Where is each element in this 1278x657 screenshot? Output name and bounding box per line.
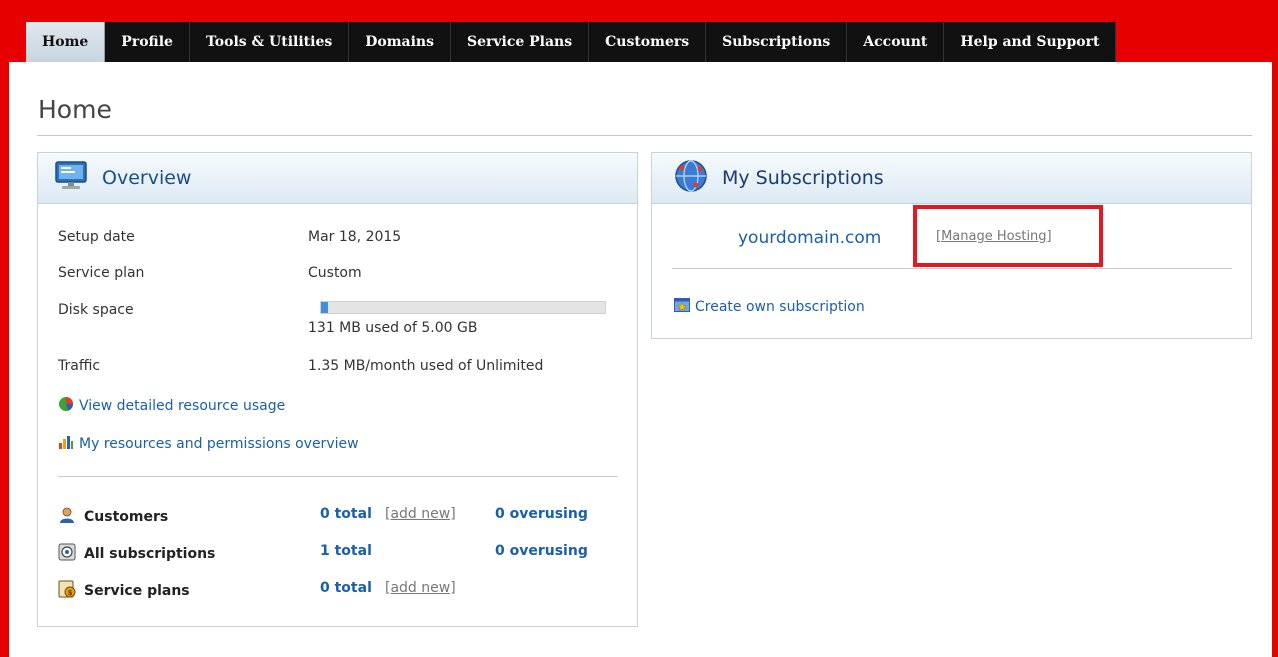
tab-service-plans[interactable]: Service Plans: [451, 22, 590, 62]
monitor-icon: [54, 160, 88, 196]
star-window-icon: [674, 297, 690, 317]
disk-usage-bar: [320, 301, 606, 314]
resources-permissions-link[interactable]: My resources and permissions overview: [79, 436, 359, 452]
create-subscription-row: Create own subscription: [674, 297, 865, 317]
tab-help-support[interactable]: Help and Support: [944, 22, 1117, 62]
tab-customers[interactable]: Customers: [589, 22, 707, 62]
view-usage-row: View detailed resource usage: [58, 396, 285, 416]
traffic-value: 1.35 MB/month used of Unlimited: [308, 358, 544, 374]
customers-overusing-link[interactable]: 0 overusing: [495, 506, 588, 522]
all-subscriptions-label: All subscriptions: [84, 546, 216, 562]
service-plan-icon: $: [58, 580, 76, 602]
globe-icon: [674, 159, 708, 197]
setup-date-label: Setup date: [58, 229, 135, 245]
overview-header: Overview: [38, 153, 637, 204]
service-plan-label: Service plan: [58, 265, 145, 281]
disk-usage-fill: [321, 302, 329, 313]
customers-stat: Customers: [58, 506, 168, 528]
tab-domains[interactable]: Domains: [349, 22, 451, 62]
highlight-box: [913, 205, 1103, 267]
service-plan-value: Custom: [308, 265, 362, 281]
subscriptions-panel: My Subscriptions yourdomain.com [Manage …: [651, 152, 1252, 339]
traffic-label: Traffic: [58, 358, 101, 374]
red-frame-right: [1272, 0, 1278, 657]
plans-total-link[interactable]: 0 total: [320, 580, 372, 596]
user-icon: [58, 506, 76, 528]
customers-total-link[interactable]: 0 total: [320, 506, 372, 522]
red-frame-left: [0, 0, 9, 657]
disk-space-value: 131 MB used of 5.00 GB: [308, 320, 478, 336]
service-plans-stat: $ Service plans: [58, 580, 190, 602]
main-nav: Home Profile Tools & Utilities Domains S…: [26, 22, 1117, 62]
tab-account[interactable]: Account: [847, 22, 945, 62]
svg-text:$: $: [68, 589, 73, 597]
tab-subscriptions[interactable]: Subscriptions: [706, 22, 848, 62]
overview-panel: Overview Setup date Mar 18, 2015 Service…: [37, 152, 638, 627]
tab-profile[interactable]: Profile: [105, 22, 190, 62]
overview-title: Overview: [102, 167, 192, 189]
pie-chart-icon: [58, 396, 74, 416]
overview-divider: [58, 476, 618, 477]
subscriptions-header: My Subscriptions: [652, 153, 1251, 204]
create-own-subscription-link[interactable]: Create own subscription: [695, 299, 865, 315]
tab-tools-utilities[interactable]: Tools & Utilities: [190, 22, 350, 62]
customers-add-new-link[interactable]: [add new]: [385, 506, 456, 522]
subscription-icon: [58, 543, 76, 565]
customers-label: Customers: [84, 509, 169, 525]
page-title: Home: [38, 95, 112, 124]
setup-date-value: Mar 18, 2015: [308, 229, 402, 245]
subscriptions-stat: All subscriptions: [58, 543, 215, 565]
title-divider: [37, 135, 1252, 136]
view-resource-usage-link[interactable]: View detailed resource usage: [79, 398, 285, 414]
subscriptions-divider: [672, 268, 1232, 269]
disk-space-label: Disk space: [58, 302, 134, 318]
domain-link[interactable]: yourdomain.com: [738, 228, 881, 248]
subscriptions-overusing-link[interactable]: 0 overusing: [495, 543, 588, 559]
plans-add-new-link[interactable]: [add new]: [385, 580, 456, 596]
bar-chart-icon: [58, 434, 74, 454]
subscriptions-total-link[interactable]: 1 total: [320, 543, 372, 559]
subscriptions-title: My Subscriptions: [722, 167, 884, 189]
permissions-row: My resources and permissions overview: [58, 434, 359, 454]
tab-home[interactable]: Home: [26, 22, 106, 62]
service-plans-label: Service plans: [84, 583, 190, 599]
